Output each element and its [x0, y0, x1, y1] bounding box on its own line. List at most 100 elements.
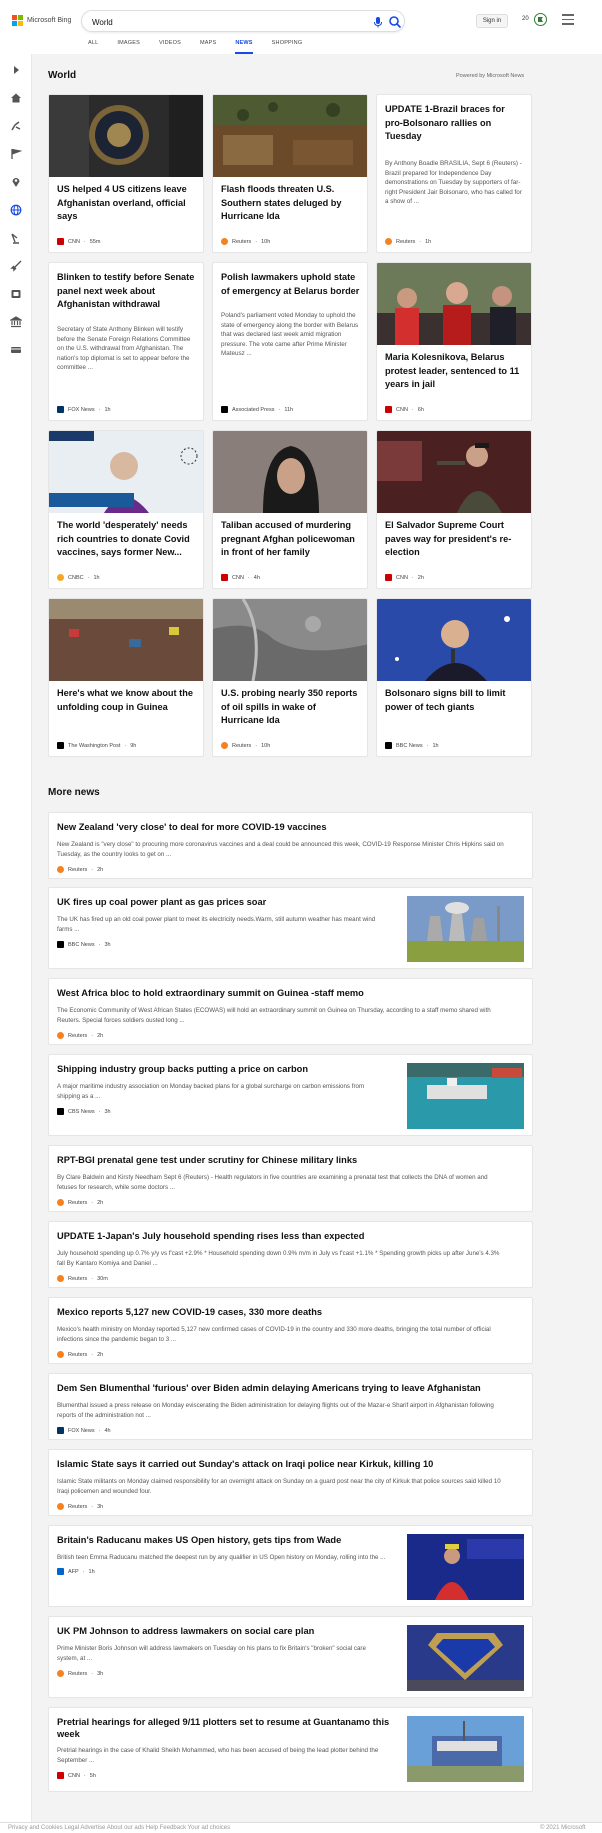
tab-maps[interactable]: MAPS — [200, 40, 216, 54]
source-name: BBC News — [396, 742, 423, 749]
tab-all[interactable]: ALL — [88, 40, 98, 54]
rocket-icon[interactable] — [10, 260, 22, 272]
card-title[interactable]: The world 'desperately' needs rich count… — [57, 519, 197, 560]
source-name: FOX News — [68, 406, 95, 413]
news-list-item[interactable]: UK PM Johnson to address lawmakers on so… — [48, 1616, 533, 1698]
news-card[interactable]: Polish lawmakers uphold state of emergen… — [212, 262, 368, 421]
news-list-item[interactable]: UK fires up coal power plant as gas pric… — [48, 887, 533, 969]
news-card[interactable]: Here's what we know about the unfolding … — [48, 598, 204, 757]
item-title[interactable]: New Zealand 'very close' to deal for mor… — [57, 821, 327, 833]
card-title[interactable]: U.S. probing nearly 350 reports of oil s… — [221, 687, 361, 728]
card-title[interactable]: Polish lawmakers uphold state of emergen… — [221, 271, 361, 298]
item-description-line: reports of the administration not ... — [57, 1412, 151, 1419]
item-title[interactable]: Islamic State says it carried out Sunday… — [57, 1458, 433, 1470]
item-title[interactable]: Britain's Raducanu makes US Open history… — [57, 1534, 341, 1546]
card-title[interactable]: US helped 4 US citizens leave Afghanista… — [57, 183, 197, 224]
card-source: Reuters · 10h — [221, 238, 270, 245]
news-card[interactable]: U.S. probing nearly 350 reports of oil s… — [212, 598, 368, 757]
rewards-icon[interactable] — [533, 12, 548, 27]
card-title[interactable]: Here's what we know about the unfolding … — [57, 687, 197, 714]
item-title[interactable]: West Africa bloc to hold extraordinary s… — [57, 987, 364, 999]
news-list-item[interactable]: West Africa bloc to hold extraordinary s… — [48, 978, 533, 1045]
card-title[interactable]: Bolsonaro signs bill to limit power of t… — [385, 687, 525, 714]
item-description-line: fall By Kantaro Komiya and Daniel ... — [57, 1260, 158, 1267]
tab-videos[interactable]: VIDEOS — [159, 40, 181, 54]
news-card[interactable]: US helped 4 US citizens leave Afghanista… — [48, 94, 204, 253]
news-card[interactable]: El Salvador Supreme Court paves way for … — [376, 430, 532, 589]
expand-icon[interactable] — [10, 64, 22, 76]
microphone-icon[interactable] — [372, 16, 384, 28]
item-title[interactable]: UK fires up coal power plant as gas pric… — [57, 896, 266, 908]
globe-icon[interactable] — [10, 204, 22, 216]
news-list-item[interactable]: Mexico reports 5,127 new COVID-19 cases,… — [48, 1297, 533, 1364]
category-sidebar — [0, 54, 32, 1833]
news-list-item[interactable]: Pretrial hearings for alleged 9/11 plott… — [48, 1707, 533, 1792]
tab-shopping[interactable]: SHOPPING — [272, 40, 303, 54]
source-time: 9h — [130, 742, 137, 749]
cnn-logo-icon — [385, 574, 392, 581]
hamburger-menu-icon[interactable] — [562, 14, 574, 25]
source-time: 10h — [261, 742, 271, 749]
news-card[interactable]: The world 'desperately' needs rich count… — [48, 430, 204, 589]
world-section-title: World — [48, 70, 77, 81]
item-title[interactable]: UPDATE 1-Japan's July household spending… — [57, 1230, 364, 1242]
item-source: Reuters · 2h — [57, 1199, 103, 1206]
news-card[interactable]: Flash floods threaten U.S. Southern stat… — [212, 94, 368, 253]
news-card[interactable]: UPDATE 1-Brazil braces for pro-Bolsonaro… — [376, 94, 532, 253]
item-title[interactable]: UK PM Johnson to address lawmakers on so… — [57, 1625, 314, 1637]
news-list-item[interactable]: New Zealand 'very close' to deal for mor… — [48, 812, 533, 879]
source-name: Associated Press — [232, 406, 275, 413]
card-source: BBC News · 1h — [385, 742, 439, 749]
science-icon[interactable] — [10, 232, 22, 244]
source-time: 4h — [253, 574, 260, 581]
source-time: 3h — [104, 941, 111, 948]
bing-logo[interactable]: Microsoft Bing — [12, 15, 71, 26]
source-name: CBS News — [68, 1108, 95, 1115]
news-list-item[interactable]: Islamic State says it carried out Sunday… — [48, 1449, 533, 1516]
news-list-item[interactable]: UPDATE 1-Japan's July household spending… — [48, 1221, 533, 1288]
politics-icon[interactable] — [10, 316, 22, 328]
source-name: CNN — [232, 574, 244, 581]
item-title[interactable]: Mexico reports 5,127 new COVID-19 cases,… — [57, 1306, 322, 1318]
tab-images[interactable]: IMAGES — [117, 40, 140, 54]
news-card[interactable]: Taliban accused of murdering pregnant Af… — [212, 430, 368, 589]
news-card[interactable]: Maria Kolesnikova, Belarus protest leade… — [376, 262, 532, 421]
search-box[interactable] — [81, 10, 405, 32]
news-card[interactable]: Bolsonaro signs bill to limit power of t… — [376, 598, 532, 757]
card-title[interactable]: Taliban accused of murdering pregnant Af… — [221, 519, 361, 560]
flag-icon[interactable] — [10, 148, 22, 160]
source-time: 6h — [417, 406, 424, 413]
item-title[interactable]: RPT-BGI prenatal gene test under scrutin… — [57, 1154, 357, 1166]
news-list-item[interactable]: RPT-BGI prenatal gene test under scrutin… — [48, 1145, 533, 1212]
news-list-item[interactable]: Shipping industry group backs putting a … — [48, 1054, 533, 1136]
source-name: AFP — [68, 1568, 79, 1575]
card-title[interactable]: Maria Kolesnikova, Belarus protest leade… — [385, 351, 525, 392]
footer-links[interactable]: Privacy and Cookies Legal Advertise Abou… — [8, 1825, 230, 1831]
item-title[interactable]: Dem Sen Blumenthal 'furious' over Biden … — [57, 1382, 481, 1394]
home-icon[interactable] — [10, 92, 22, 104]
card-source: CNN · 55m — [57, 238, 100, 245]
reuters-logo-icon — [221, 742, 228, 749]
news-list-item[interactable]: Dem Sen Blumenthal 'furious' over Biden … — [48, 1373, 533, 1440]
tab-news[interactable]: NEWS — [235, 40, 253, 54]
card-title[interactable]: Flash floods threaten U.S. Southern stat… — [221, 183, 361, 224]
item-title[interactable]: Pretrial hearings for alleged 9/11 plott… — [57, 1716, 392, 1740]
card-description: Poland's parliament voted Monday to upho… — [221, 312, 359, 358]
sign-in-button[interactable]: Sign in — [476, 14, 508, 28]
guantanamo-image — [407, 1716, 524, 1782]
search-input[interactable] — [92, 16, 312, 28]
sports-icon[interactable] — [10, 120, 22, 132]
rewards-points[interactable]: 20 — [522, 16, 529, 22]
card-title[interactable]: Blinken to testify before Senate panel n… — [57, 271, 197, 312]
search-icon[interactable] — [388, 15, 402, 29]
money-icon[interactable] — [10, 344, 22, 356]
news-list-item[interactable]: Britain's Raducanu makes US Open history… — [48, 1525, 533, 1607]
item-description-line: Mexico's health ministry on Monday repor… — [57, 1326, 491, 1333]
entertainment-icon[interactable] — [10, 288, 22, 300]
news-card[interactable]: Blinken to testify before Senate panel n… — [48, 262, 204, 421]
card-title[interactable]: El Salvador Supreme Court paves way for … — [385, 519, 525, 560]
item-title[interactable]: Shipping industry group backs putting a … — [57, 1063, 308, 1075]
card-title[interactable]: UPDATE 1-Brazil braces for pro-Bolsonaro… — [385, 103, 525, 144]
location-icon[interactable] — [10, 176, 22, 188]
reuters-logo-icon — [57, 1275, 64, 1282]
